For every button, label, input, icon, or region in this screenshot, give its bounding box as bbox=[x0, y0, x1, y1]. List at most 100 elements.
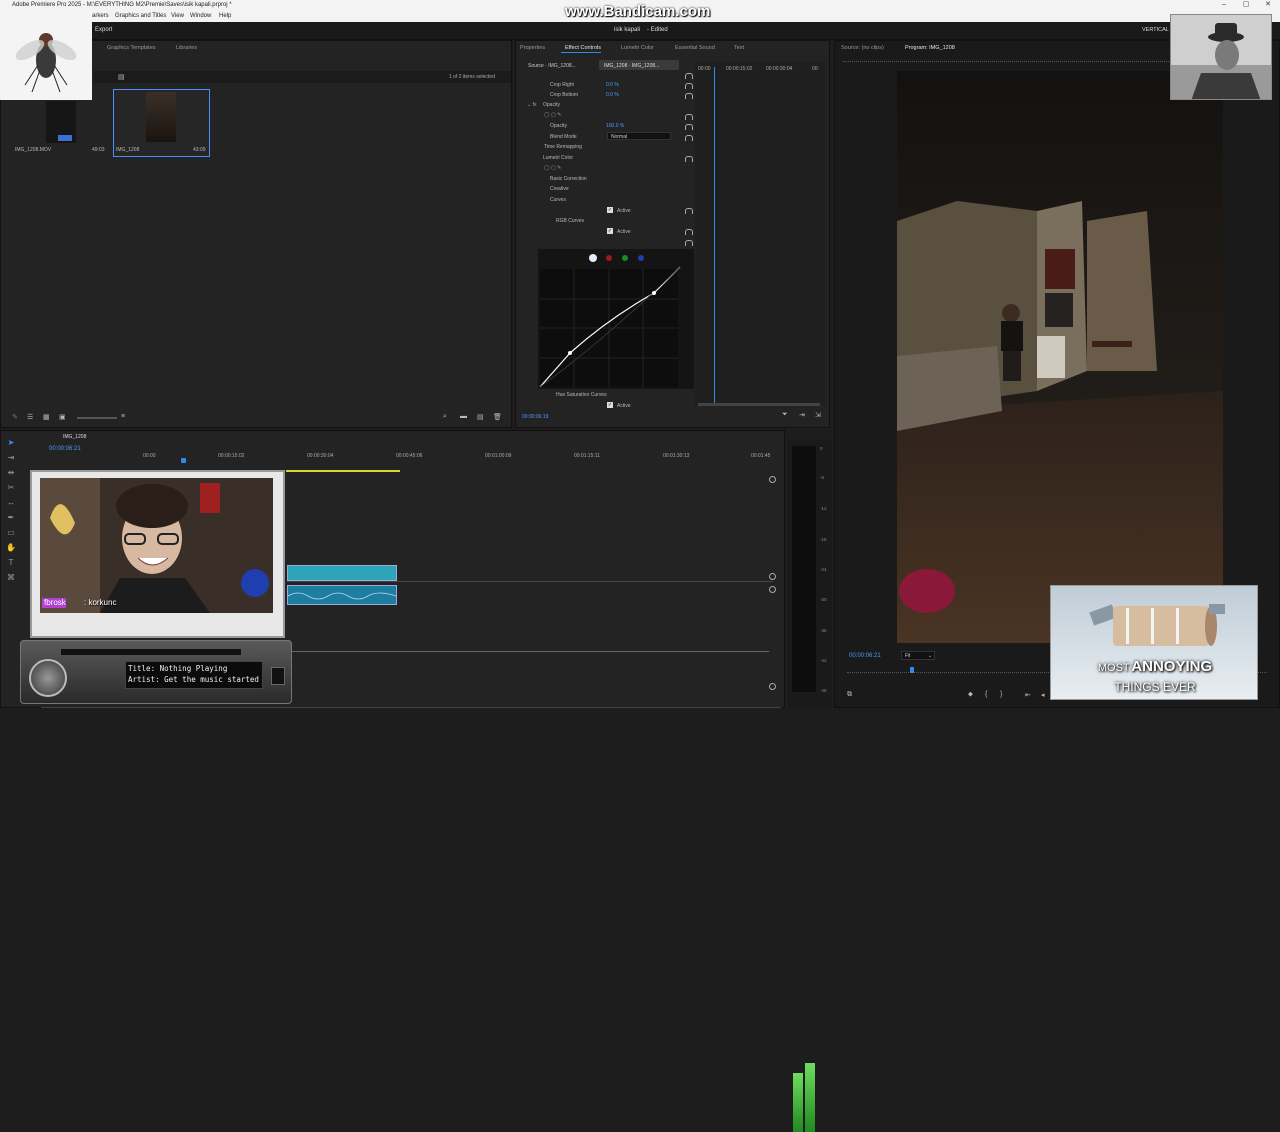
reset-icon[interactable] bbox=[685, 229, 693, 235]
tab-text[interactable]: Text bbox=[734, 45, 744, 51]
mark-in-icon[interactable]: { bbox=[985, 691, 987, 698]
menu-markers[interactable]: arkers bbox=[92, 10, 109, 22]
menu-graphics[interactable]: Graphics and Titles bbox=[115, 10, 166, 22]
timeline-hscroll[interactable] bbox=[41, 707, 781, 708]
reset-icon[interactable] bbox=[685, 83, 693, 89]
pen-icon[interactable]: ✒ bbox=[6, 513, 16, 523]
new-item-icon[interactable]: ▤ bbox=[477, 413, 484, 421]
reset-icon[interactable] bbox=[685, 93, 693, 99]
effect-timecode[interactable]: 00:00:06:19 bbox=[522, 414, 548, 420]
track-select-icon[interactable]: ⇥ bbox=[6, 453, 16, 463]
tab-libraries[interactable]: Libraries bbox=[176, 45, 197, 51]
timeline-timecode[interactable]: 00:00:06:21 bbox=[49, 446, 81, 452]
freeform-view-icon[interactable]: ▣ bbox=[59, 413, 66, 421]
reset-icon[interactable] bbox=[685, 156, 693, 162]
hue-active-checkbox[interactable]: ✓ bbox=[607, 402, 613, 408]
list-view-icon[interactable]: ☰ bbox=[27, 413, 33, 421]
find-icon[interactable]: ⌕ bbox=[443, 413, 447, 421]
fly-overlay-image bbox=[0, 10, 92, 100]
reset-icon[interactable] bbox=[685, 73, 693, 79]
effect-ruler: 00:00 00:00:15:02 00:00:30:04 00: bbox=[698, 66, 819, 72]
tab-lumetri-color[interactable]: Lumetri Color bbox=[621, 45, 654, 51]
selection-info: 1 of 2 items selected bbox=[449, 74, 495, 80]
settings-icon[interactable]: ⇲ bbox=[815, 411, 821, 419]
rgb-curves-graph[interactable] bbox=[538, 249, 694, 389]
opacity-value[interactable]: 100.0 % bbox=[606, 123, 624, 129]
reset-icon[interactable] bbox=[685, 208, 693, 214]
pencil-icon[interactable]: ✎ bbox=[12, 413, 18, 421]
creative-label: Creative bbox=[550, 186, 569, 192]
crop-right-value[interactable]: 0.0 % bbox=[606, 82, 619, 88]
mask-shapes-icon[interactable]: ◯ ▢ ✎ bbox=[544, 112, 561, 118]
filter-icon[interactable]: ⏷ bbox=[782, 411, 788, 419]
tab-effect-controls[interactable]: Effect Controls bbox=[565, 45, 601, 51]
tab-properties[interactable]: Properties bbox=[520, 45, 545, 51]
effect-playhead[interactable] bbox=[714, 67, 715, 403]
track-scroll-handle[interactable] bbox=[769, 683, 776, 690]
tab-program[interactable]: Program: IMG_1208 bbox=[905, 45, 955, 51]
go-to-in-icon[interactable]: ⇤ bbox=[1025, 691, 1031, 699]
tab-graphics-templates[interactable]: Graphics Templates bbox=[107, 45, 156, 51]
type-icon[interactable]: T bbox=[6, 558, 16, 568]
hand-icon[interactable]: ✋ bbox=[6, 543, 16, 553]
program-playhead[interactable] bbox=[910, 667, 914, 673]
curves-active-checkbox[interactable]: ✓ bbox=[607, 207, 613, 213]
opacity-expand-icon[interactable]: ⌄ fx bbox=[527, 102, 536, 108]
basic-correction-label: Basic Correction bbox=[550, 176, 587, 182]
ripple-edit-icon[interactable]: ⇹ bbox=[6, 468, 16, 478]
sort-icon[interactable]: ≡ bbox=[121, 413, 125, 420]
track-scroll-handle[interactable] bbox=[769, 476, 776, 483]
icon-view-icon[interactable]: ▦ bbox=[43, 413, 50, 421]
eject-button[interactable] bbox=[271, 667, 285, 685]
zoom-slider[interactable] bbox=[77, 417, 117, 419]
tab-essential-sound[interactable]: Essential Sound bbox=[675, 45, 715, 51]
rectangle-icon[interactable]: ▭ bbox=[6, 528, 16, 538]
reset-icon[interactable] bbox=[685, 124, 693, 130]
step-back-icon[interactable]: ◂ bbox=[1041, 691, 1045, 699]
reset-icon[interactable] bbox=[685, 135, 693, 141]
program-timecode[interactable]: 00:00:06:21 bbox=[849, 653, 881, 659]
tab-source[interactable]: Source: (no clips) bbox=[841, 45, 884, 51]
slip-icon[interactable]: ↔ bbox=[6, 498, 16, 508]
meter-label: -42 bbox=[820, 658, 827, 663]
caption-icon[interactable]: ⌘ bbox=[6, 573, 16, 583]
add-marker-icon[interactable]: ⬥ bbox=[968, 691, 973, 699]
selection-tool-icon[interactable]: ➤ bbox=[6, 438, 16, 448]
timeline-ruler[interactable]: 00:00 00:00:15:02 00:00:30:04 00:00:45:0… bbox=[141, 451, 781, 461]
audio-clip[interactable] bbox=[287, 585, 397, 605]
export-tab[interactable]: Export bbox=[95, 27, 112, 33]
source-clip-label[interactable]: Source · IMG_1208... bbox=[528, 63, 576, 69]
export-frame-icon[interactable]: ⇥ bbox=[799, 411, 805, 419]
project-title: isik kapali bbox=[614, 27, 641, 33]
crop-bottom-value[interactable]: 0.0 % bbox=[606, 92, 619, 98]
track-scroll-handle[interactable] bbox=[769, 573, 776, 580]
mark-out-icon[interactable]: } bbox=[1000, 691, 1002, 698]
reset-icon[interactable] bbox=[685, 114, 693, 120]
meter-label: -48 bbox=[820, 688, 827, 693]
minimize-icon[interactable]: – bbox=[1213, 0, 1235, 10]
lumetri-mask-icons[interactable]: ◯ ▢ ✎ bbox=[544, 165, 561, 171]
sequence-tab[interactable]: IMG_1208 bbox=[63, 434, 86, 440]
close-icon[interactable]: ✕ bbox=[1257, 0, 1279, 10]
seq-clip-label[interactable]: IMG_1208 · IMG_1208... bbox=[604, 63, 659, 69]
reset-icon[interactable] bbox=[685, 240, 693, 246]
rgb-active-checkbox[interactable]: ✓ bbox=[607, 228, 613, 234]
volume-knob-icon[interactable] bbox=[29, 659, 67, 697]
menu-view[interactable]: View bbox=[171, 10, 184, 22]
work-area-bar[interactable] bbox=[286, 470, 400, 472]
effect-scrollbar[interactable] bbox=[698, 403, 820, 406]
workspace-label[interactable]: VERTICAL bbox=[1142, 27, 1169, 33]
razor-icon[interactable]: ✂ bbox=[6, 483, 16, 493]
menu-window[interactable]: Window bbox=[190, 10, 211, 22]
timeline-playhead[interactable] bbox=[181, 458, 186, 463]
project-edited: - Edited bbox=[647, 27, 668, 33]
video-clip[interactable] bbox=[287, 565, 397, 581]
menu-help[interactable]: Help bbox=[219, 10, 231, 22]
trash-icon[interactable]: 🗑 bbox=[493, 413, 502, 421]
new-bin-icon[interactable]: ▬ bbox=[460, 413, 467, 420]
folder-icon[interactable]: ▤ bbox=[118, 73, 125, 81]
header-bar: Export isik kapali - Edited VERTICAL bbox=[0, 22, 1280, 40]
maximize-icon[interactable]: ▢ bbox=[1235, 0, 1257, 10]
track-scroll-handle[interactable] bbox=[769, 586, 776, 593]
marker-icon[interactable]: ⧉ bbox=[847, 691, 852, 699]
